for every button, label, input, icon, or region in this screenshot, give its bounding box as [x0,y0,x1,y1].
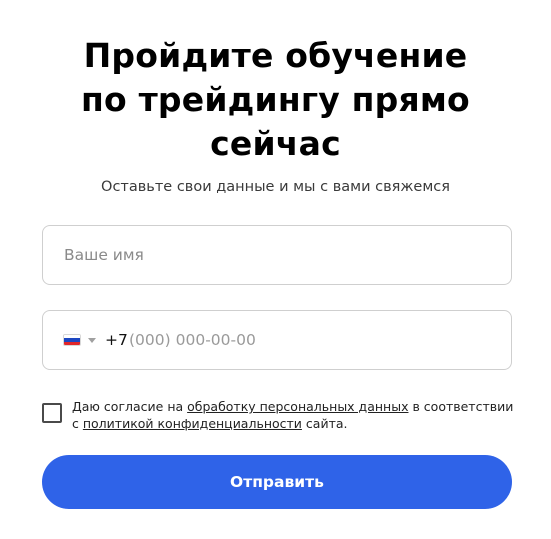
consent-text-before: Даю согласие на [72,399,188,414]
name-input[interactable] [64,226,494,284]
name-field-container [42,225,512,285]
dial-code: +7 [105,331,128,349]
title-line-3: сейчас [210,124,341,163]
country-select[interactable] [63,332,103,350]
page-title: Пройдите обучение по трейдингу прямо сей… [0,34,551,166]
chevron-down-icon [88,338,96,343]
subtitle: Оставьте свои данные и мы с вами свяжемс… [101,179,450,195]
consent-checkbox[interactable] [42,403,62,423]
phone-field-container: +7 [42,310,512,370]
russia-flag-icon [63,334,81,346]
title-line-1: Пройдите обучение [83,36,468,75]
privacy-policy-link[interactable]: политикой конфиденциальности [83,416,302,431]
title-line-2: по трейдингу прямо [81,80,470,119]
personal-data-link[interactable]: обработку персональных данных [187,399,408,414]
submit-button[interactable]: Отправить [42,455,512,509]
consent-text: Даю согласие на обработку персональных д… [72,398,522,432]
phone-input[interactable] [129,311,489,369]
consent-text-after: сайта. [301,416,348,431]
